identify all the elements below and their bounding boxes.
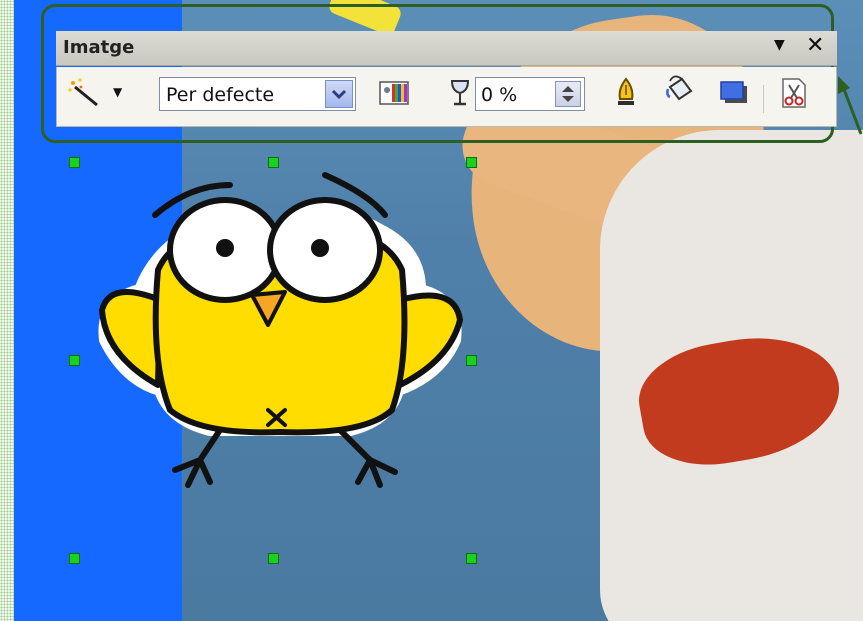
pointer-arrow [838,76,863,135]
transparency-value: 0 % [481,84,518,106]
selection-handle-top[interactable] [268,157,279,168]
selection-handle-top-right[interactable] [466,157,477,168]
toolbar-title-bar[interactable]: Imatge ▼ ✕ [56,31,837,66]
paint-bucket-area-icon[interactable] [663,75,697,107]
image-toolbar-highlight: Imatge ▼ ✕ ▼ Per defecte 0 % [41,4,837,143]
graphics-mode-select[interactable]: Per defecte [159,77,356,111]
graphics-mode-value: Per defecte [166,84,275,106]
selection-handle-left[interactable] [69,355,80,366]
toolbar-separator [763,85,764,113]
spin-buttons[interactable] [555,81,581,107]
magic-wand-filter-icon[interactable] [67,77,101,109]
selection-handle-top-left[interactable] [69,157,80,168]
chevron-down-icon[interactable] [325,80,353,108]
selection-handle-bottom-right[interactable] [466,553,477,564]
page-edge [0,0,14,621]
dropdown-triangle-icon[interactable]: ▼ [774,37,785,53]
crop-scissors-icon[interactable] [775,77,809,109]
filter-dropdown-arrow-icon[interactable]: ▼ [113,85,122,99]
selection-handle-bottom[interactable] [268,553,279,564]
color-adjust-icon[interactable] [377,77,411,109]
transparency-glass-icon[interactable] [443,77,477,109]
toolbar-controls: ▼ Per defecte 0 % [56,67,837,127]
pen-line-icon[interactable] [609,77,643,109]
image-toolbar: Imatge ▼ ✕ ▼ Per defecte 0 % [50,7,837,135]
selection-handle-right[interactable] [466,355,477,366]
selection-handle-bottom-left[interactable] [69,553,80,564]
bird-image[interactable] [80,160,480,500]
transparency-spinbox[interactable]: 0 % [475,77,585,111]
shadow-icon[interactable] [717,77,751,109]
toolbar-title: Imatge [63,37,135,58]
close-icon[interactable]: ✕ [806,33,824,58]
